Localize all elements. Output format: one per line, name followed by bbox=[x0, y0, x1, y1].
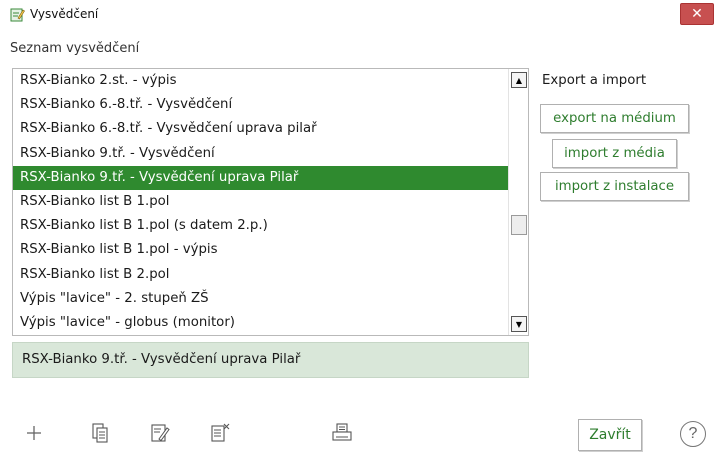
import-from-installation-button[interactable]: import z instalace bbox=[540, 172, 689, 201]
help-icon[interactable]: ? bbox=[680, 421, 706, 447]
close-dialog-button[interactable]: Zavřít bbox=[578, 419, 642, 451]
list-items: RSX-Bianko 2.st. - výpis RSX-Bianko 6.-8… bbox=[13, 69, 509, 335]
list-scrollbar[interactable]: ▲ ▼ bbox=[508, 69, 528, 335]
delete-icon[interactable] bbox=[208, 421, 232, 445]
list-item-selected[interactable]: RSX-Bianko 9.tř. - Vysvědčení uprava Pil… bbox=[13, 165, 509, 190]
window-close-button[interactable]: ✕ bbox=[680, 3, 714, 25]
scroll-down-icon[interactable]: ▼ bbox=[511, 316, 527, 332]
list-item[interactable]: RSX-Bianko list B 1.pol bbox=[13, 190, 509, 214]
export-import-label: Export a import bbox=[542, 73, 647, 88]
selected-item-display: RSX-Bianko 9.tř. - Vysvědčení uprava Pil… bbox=[12, 342, 529, 378]
list-item[interactable]: RSX-Bianko list B 1.pol (s datem 2.p.) bbox=[13, 214, 509, 238]
import-from-media-button[interactable]: import z média bbox=[552, 139, 677, 168]
scroll-up-icon[interactable]: ▲ bbox=[511, 72, 527, 88]
certificate-list[interactable]: RSX-Bianko 2.st. - výpis RSX-Bianko 6.-8… bbox=[12, 68, 529, 336]
list-item[interactable]: Výpis "lavice" - 2. stupeň ZŠ bbox=[13, 287, 509, 311]
list-item[interactable]: RSX-Bianko 9.tř. - Vysvědčení bbox=[13, 142, 509, 166]
title-bar: Vysvědčení ✕ bbox=[0, 0, 718, 30]
window-title: Vysvědčení bbox=[30, 7, 99, 21]
edit-icon[interactable] bbox=[148, 421, 172, 445]
list-item[interactable]: RSX-Bianko list B 1.pol - výpis bbox=[13, 238, 509, 262]
list-label: Seznam vysvědčení bbox=[10, 41, 140, 56]
list-item[interactable]: RSX-Bianko 6.-8.tř. - Vysvědčení uprava … bbox=[13, 117, 509, 141]
copy-icon[interactable] bbox=[88, 421, 112, 445]
certificate-edit-icon bbox=[10, 7, 25, 22]
list-item[interactable]: Výpis "lavice" - globus (monitor) bbox=[13, 311, 509, 335]
print-icon[interactable] bbox=[330, 421, 354, 445]
list-item[interactable]: RSX-Bianko 2.st. - výpis bbox=[13, 69, 509, 93]
list-item[interactable]: RSX-Bianko list B 2.pol bbox=[13, 263, 509, 287]
list-item[interactable]: RSX-Bianko 6.-8.tř. - Vysvědčení bbox=[13, 93, 509, 117]
scroll-thumb[interactable] bbox=[511, 215, 527, 235]
export-to-media-button[interactable]: export na médium bbox=[540, 104, 689, 133]
add-icon[interactable] bbox=[22, 421, 46, 445]
